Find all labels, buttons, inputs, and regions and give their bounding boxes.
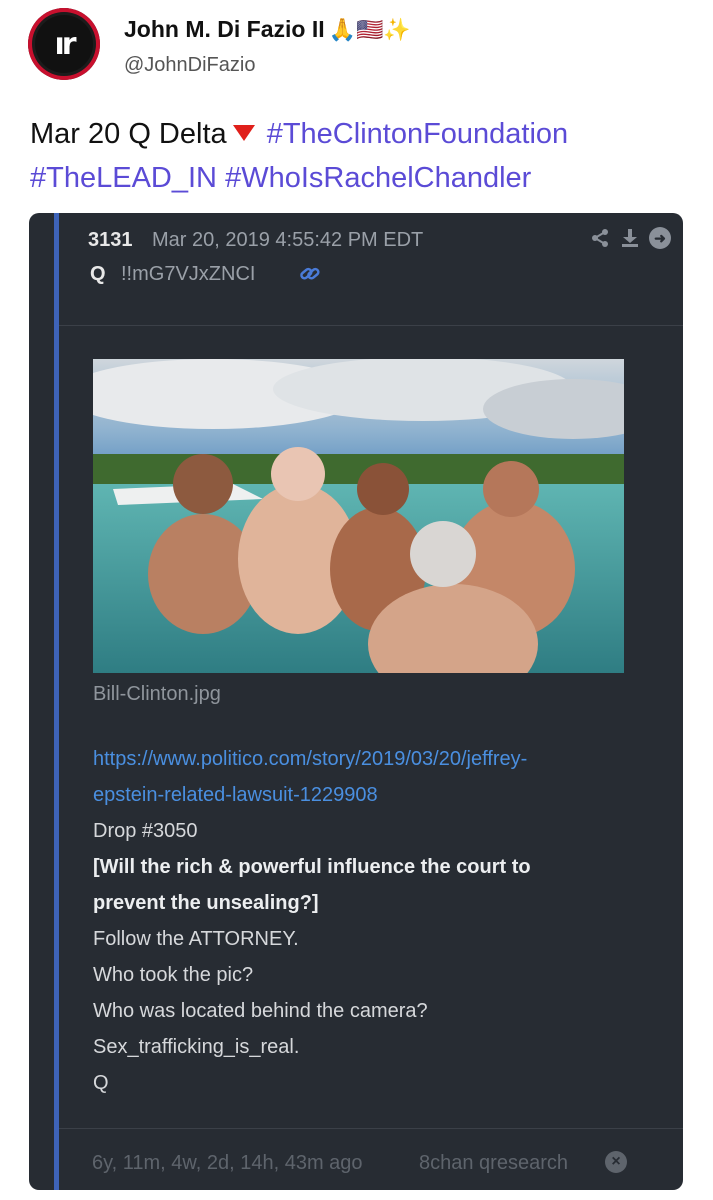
post-author: Q — [90, 263, 106, 285]
share-icon[interactable] — [589, 227, 611, 249]
author-emojis: 🙏🇺🇸✨ — [328, 16, 411, 42]
post-actions: ➜ — [589, 227, 671, 249]
tweet-text-prefix: Mar 20 Q Delta — [30, 118, 227, 150]
hashtag-rachel-chandler[interactable]: #WhoIsRachelChandler — [225, 162, 531, 194]
post-line-2: Who took the pic? — [93, 964, 254, 986]
post-date: Mar 20, 2019 4:55:42 PM EDT — [152, 229, 424, 251]
article-link-line1[interactable]: https://www.politico.com/story/2019/03/2… — [93, 748, 527, 770]
image-filename[interactable]: Bill-Clinton.jpg — [93, 683, 221, 706]
post-number: 3131 — [88, 229, 133, 251]
tweet-header: ır John M. Di Fazio II 🙏🇺🇸✨ @JohnDiFazio — [28, 8, 688, 88]
bold-question-line1: [Will the rich & powerful influence the … — [93, 856, 531, 878]
forward-icon[interactable]: ➜ — [649, 227, 671, 249]
author-name[interactable]: John M. Di Fazio II — [124, 16, 325, 43]
red-triangle-icon — [232, 125, 255, 142]
author-name-row[interactable]: John M. Di Fazio II 🙏🇺🇸✨ — [124, 16, 411, 43]
post-line-1: Follow the ATTORNEY. — [93, 928, 299, 950]
post-footer: 6y, 11m, 4w, 2d, 14h, 43m ago 8chan qres… — [59, 1128, 683, 1190]
post-line-3: Who was located behind the camera? — [93, 1000, 428, 1022]
post-body: https://www.politico.com/story/2019/03/2… — [93, 741, 643, 1101]
article-link-line2[interactable]: epstein-related-lawsuit-1229908 — [93, 784, 378, 806]
bold-question-line2: prevent the unsealing?] — [93, 892, 319, 914]
board-name[interactable]: 8chan qresearch — [419, 1152, 568, 1175]
drop-reference: Drop #3050 — [93, 820, 198, 842]
post-signature: Q — [93, 1072, 109, 1094]
post-line-4: Sex_trafficking_is_real. — [93, 1036, 300, 1058]
author-handle[interactable]: @JohnDiFazio — [124, 54, 255, 77]
download-icon[interactable] — [619, 227, 641, 249]
tweet-text: Mar 20 Q Delta #TheClintonFoundation #Th… — [30, 112, 690, 200]
card-accent-bar — [54, 213, 59, 1190]
bold-question: [Will the rich & powerful influence the … — [93, 849, 643, 921]
article-link[interactable]: https://www.politico.com/story/2019/03/2… — [93, 741, 643, 813]
avatar[interactable]: ır — [28, 8, 100, 80]
link-icon[interactable] — [299, 263, 323, 285]
embedded-post-card[interactable]: 3131 Mar 20, 2019 4:55:42 PM EDT ➜ Q !!m… — [29, 213, 683, 1190]
close-icon[interactable]: × — [605, 1151, 627, 1173]
tripcode: !!mG7VJxZNCI — [121, 263, 256, 285]
hashtag-lead-in[interactable]: #TheLEAD_IN — [30, 162, 217, 194]
time-ago: 6y, 11m, 4w, 2d, 14h, 43m ago — [92, 1152, 363, 1174]
logo-icon: ır — [35, 15, 93, 73]
hashtag-clinton-foundation[interactable]: #TheClintonFoundation — [267, 118, 568, 150]
post-image[interactable] — [93, 359, 624, 673]
post-header: 3131 Mar 20, 2019 4:55:42 PM EDT ➜ Q !!m… — [59, 213, 683, 326]
